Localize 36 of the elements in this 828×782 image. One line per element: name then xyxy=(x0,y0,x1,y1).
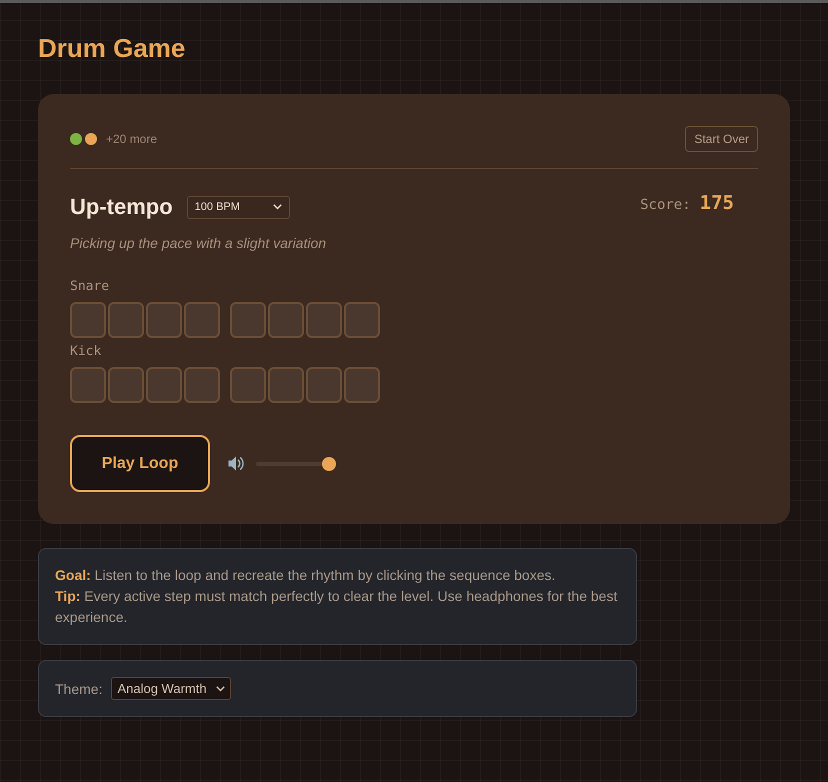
tempo-select[interactable]: 100 BPM xyxy=(186,196,290,218)
step-pad[interactable] xyxy=(344,367,380,403)
theme-label: Theme: xyxy=(55,680,102,698)
step-pad[interactable] xyxy=(70,302,106,338)
step-pad[interactable] xyxy=(184,302,220,338)
volume-slider[interactable] xyxy=(256,456,336,470)
step-pad[interactable] xyxy=(268,367,304,403)
step-pad[interactable] xyxy=(344,302,380,338)
step-pad[interactable] xyxy=(184,367,220,403)
speaker-icon xyxy=(228,455,245,472)
track-label: Kick xyxy=(70,343,102,361)
step-pad[interactable] xyxy=(146,302,182,338)
more-players-count: +20 more xyxy=(106,131,158,147)
page-title: Drum Game xyxy=(38,32,186,64)
step-pad[interactable] xyxy=(108,302,144,338)
step-pad[interactable] xyxy=(230,367,266,403)
level-description: Picking up the pace with a slight variation xyxy=(70,234,328,253)
start-over-button[interactable]: Start Over xyxy=(685,126,758,152)
step-pad[interactable] xyxy=(230,302,266,338)
track-label: Snare xyxy=(70,278,110,296)
score-label: Score: xyxy=(640,196,691,215)
step-pad[interactable] xyxy=(70,367,106,403)
step-pad[interactable] xyxy=(268,302,304,338)
step-pad[interactable] xyxy=(306,367,342,403)
info-text: Tip: Every active step must match perfectly to clear the level. Use headphones for the best experience. xyxy=(55,587,618,627)
info-text: Goal: Listen to the loop and recreate the rhythm by clicking the sequence boxes. xyxy=(55,566,556,585)
chevron-down-icon xyxy=(272,204,282,210)
theme-select[interactable]: Analog Warmth xyxy=(111,677,231,700)
step-pad[interactable] xyxy=(108,367,144,403)
chevron-down-icon xyxy=(216,686,225,692)
level-title: Up-tempo xyxy=(70,193,173,221)
score-value: 175 xyxy=(700,193,734,213)
slider-thumb[interactable] xyxy=(322,456,336,470)
play-loop-button[interactable]: Play Loop xyxy=(70,435,210,492)
step-pad[interactable] xyxy=(306,302,342,338)
step-pad[interactable] xyxy=(146,367,182,403)
